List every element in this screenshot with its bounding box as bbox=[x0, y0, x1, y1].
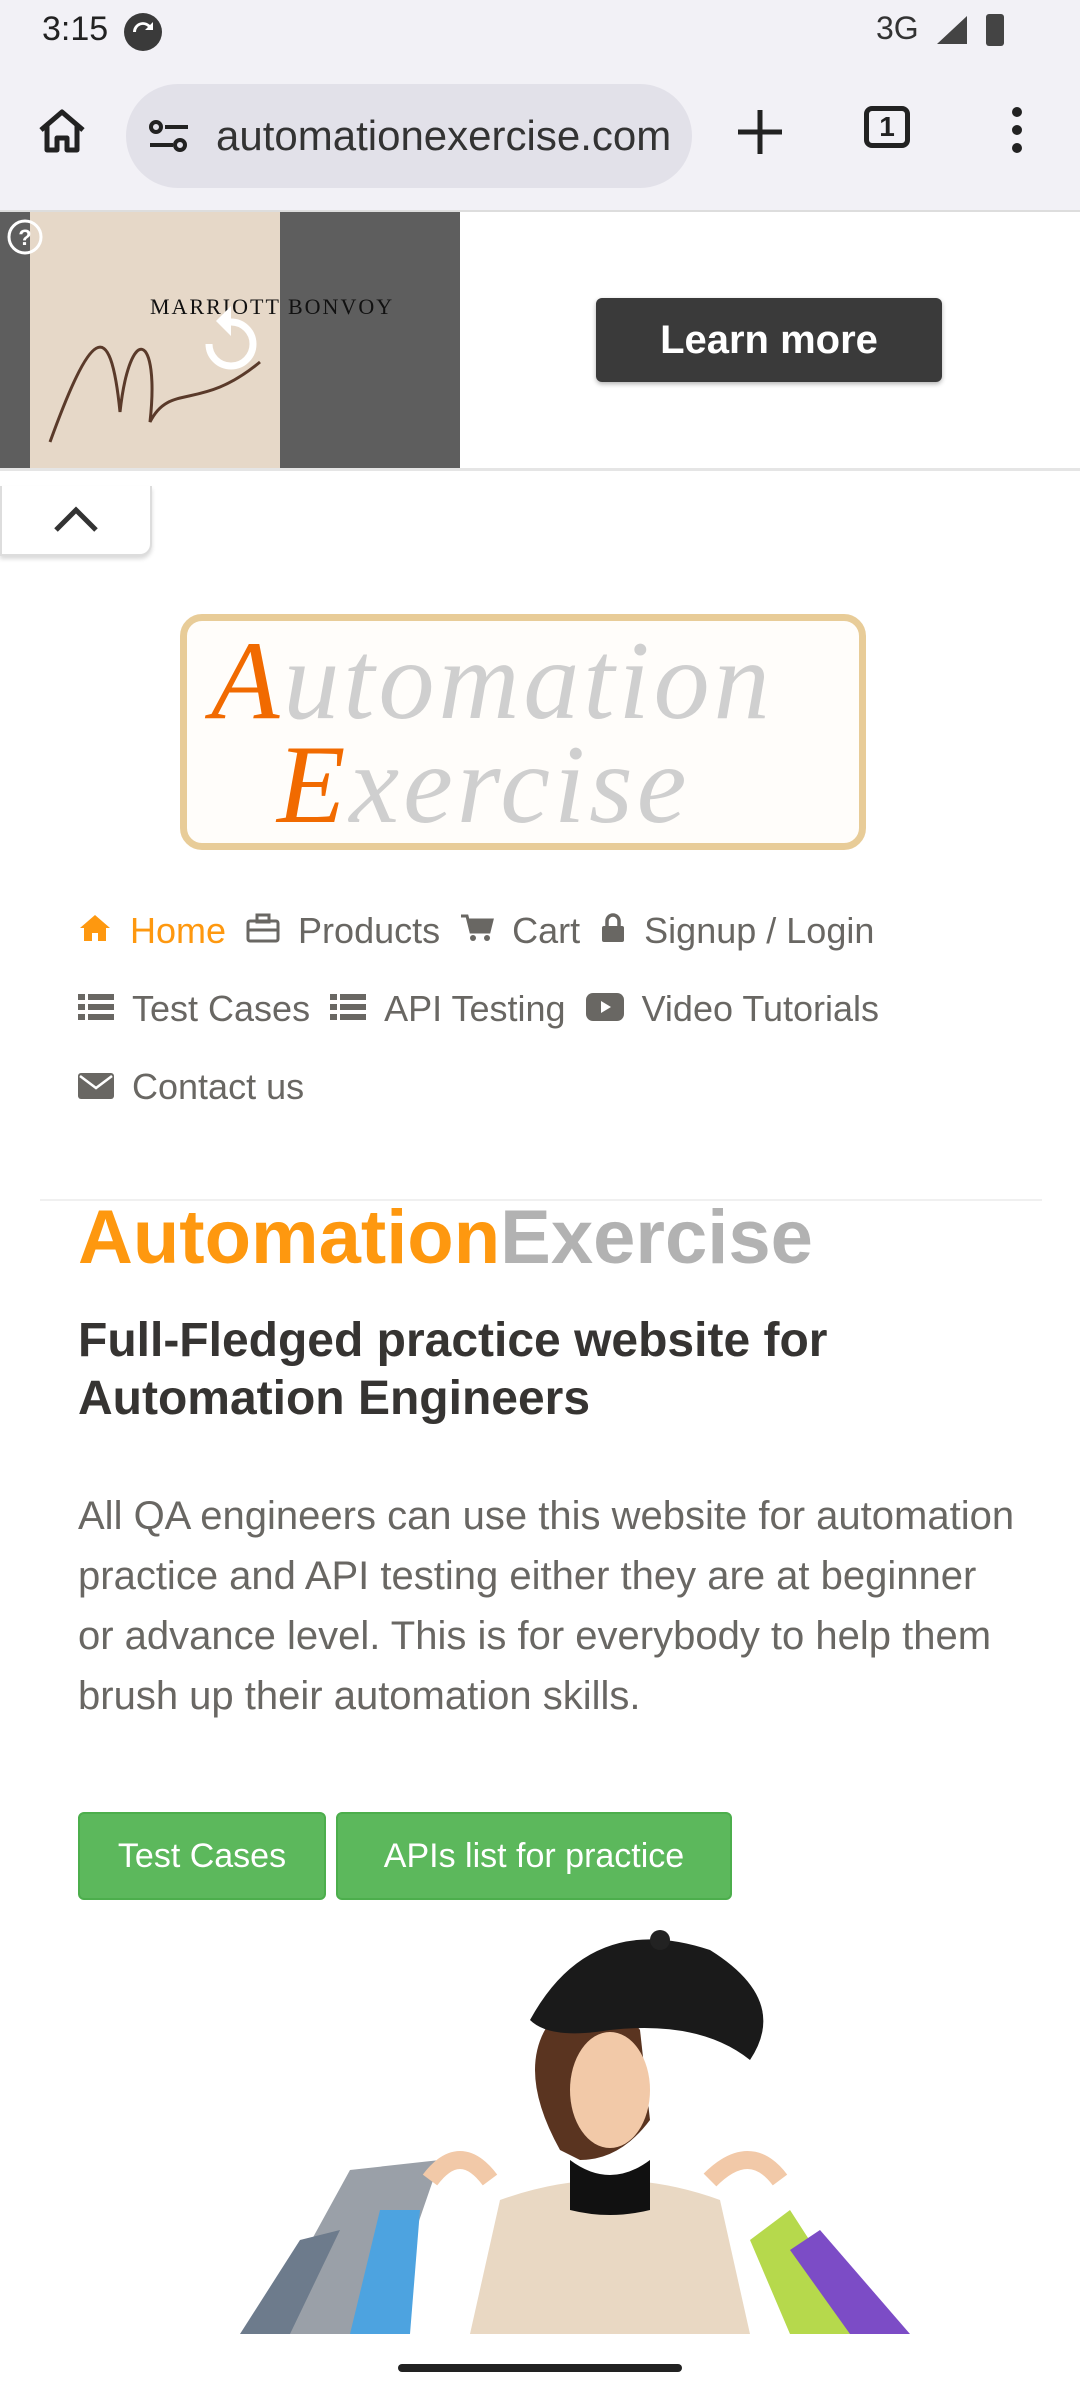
test-cases-button[interactable]: Test Cases bbox=[78, 1812, 326, 1900]
briefcase-icon bbox=[246, 910, 280, 952]
lock-icon bbox=[600, 910, 626, 952]
network-type: 3G bbox=[876, 10, 919, 46]
nav-contact-us[interactable]: Contact us bbox=[78, 1066, 304, 1108]
home-icon[interactable] bbox=[35, 104, 89, 163]
youtube-play-icon bbox=[585, 988, 624, 1030]
hero-image bbox=[230, 1910, 970, 2334]
status-bar: 3:15 3G bbox=[0, 0, 1080, 62]
url-bar[interactable]: automationexercise.com bbox=[126, 84, 692, 188]
collapse-chevron-icon bbox=[54, 506, 98, 532]
envelope-icon bbox=[78, 1066, 114, 1108]
ad-info-icon[interactable]: ? bbox=[6, 218, 44, 261]
ad-collapse-toggle[interactable] bbox=[0, 486, 152, 556]
hero-brand-title: AutomationExercise bbox=[78, 1195, 813, 1280]
url-text[interactable]: automationexercise.com bbox=[216, 112, 676, 160]
site-settings-icon[interactable] bbox=[146, 114, 192, 163]
svg-text:?: ? bbox=[18, 225, 31, 250]
ad-brand-text: MARRIOTT BONVOY bbox=[150, 294, 395, 319]
nav-video-tutorials[interactable]: Video Tutorials bbox=[585, 988, 879, 1030]
hero-heading: Full-Fledged practice website for Automa… bbox=[78, 1314, 828, 1425]
list-icon bbox=[78, 988, 114, 1030]
nav-signup-login[interactable]: Signup / Login bbox=[600, 910, 874, 952]
browser-toolbar: automationexercise.com 1 bbox=[0, 62, 1080, 212]
home-icon bbox=[78, 910, 112, 952]
cart-icon bbox=[460, 910, 495, 952]
nav-home[interactable]: Home bbox=[78, 910, 226, 952]
nav-api-testing[interactable]: API Testing bbox=[330, 988, 566, 1030]
logo-line-1: Automation bbox=[211, 619, 774, 743]
ad-banner[interactable]: ? MARRIOTT BONVOY Learn more bbox=[0, 212, 1080, 471]
ad-image[interactable]: ? MARRIOTT BONVOY bbox=[0, 212, 460, 468]
more-menu-icon[interactable] bbox=[1010, 106, 1024, 159]
status-time: 3:15 bbox=[42, 10, 109, 48]
new-tab-icon[interactable] bbox=[730, 102, 790, 167]
learn-more-button[interactable]: Learn more bbox=[596, 298, 942, 382]
replay-icon[interactable] bbox=[196, 292, 266, 387]
site-logo[interactable]: Automation Exercise bbox=[180, 614, 866, 850]
list-icon bbox=[330, 988, 367, 1030]
nav-test-cases[interactable]: Test Cases bbox=[78, 988, 310, 1030]
apis-list-button[interactable]: APIs list for practice bbox=[336, 1812, 732, 1900]
signal-icon bbox=[935, 14, 969, 51]
battery-icon bbox=[986, 14, 1004, 46]
gesture-home-indicator[interactable] bbox=[398, 2364, 682, 2372]
tab-switcher-icon[interactable]: 1 bbox=[864, 106, 910, 148]
hero-paragraph: All QA engineers can use this website fo… bbox=[78, 1494, 1015, 1718]
nav-cart[interactable]: Cart bbox=[460, 910, 580, 952]
nav-products[interactable]: Products bbox=[246, 910, 440, 952]
sync-icon bbox=[124, 13, 162, 51]
logo-line-2: Exercise bbox=[277, 723, 691, 847]
